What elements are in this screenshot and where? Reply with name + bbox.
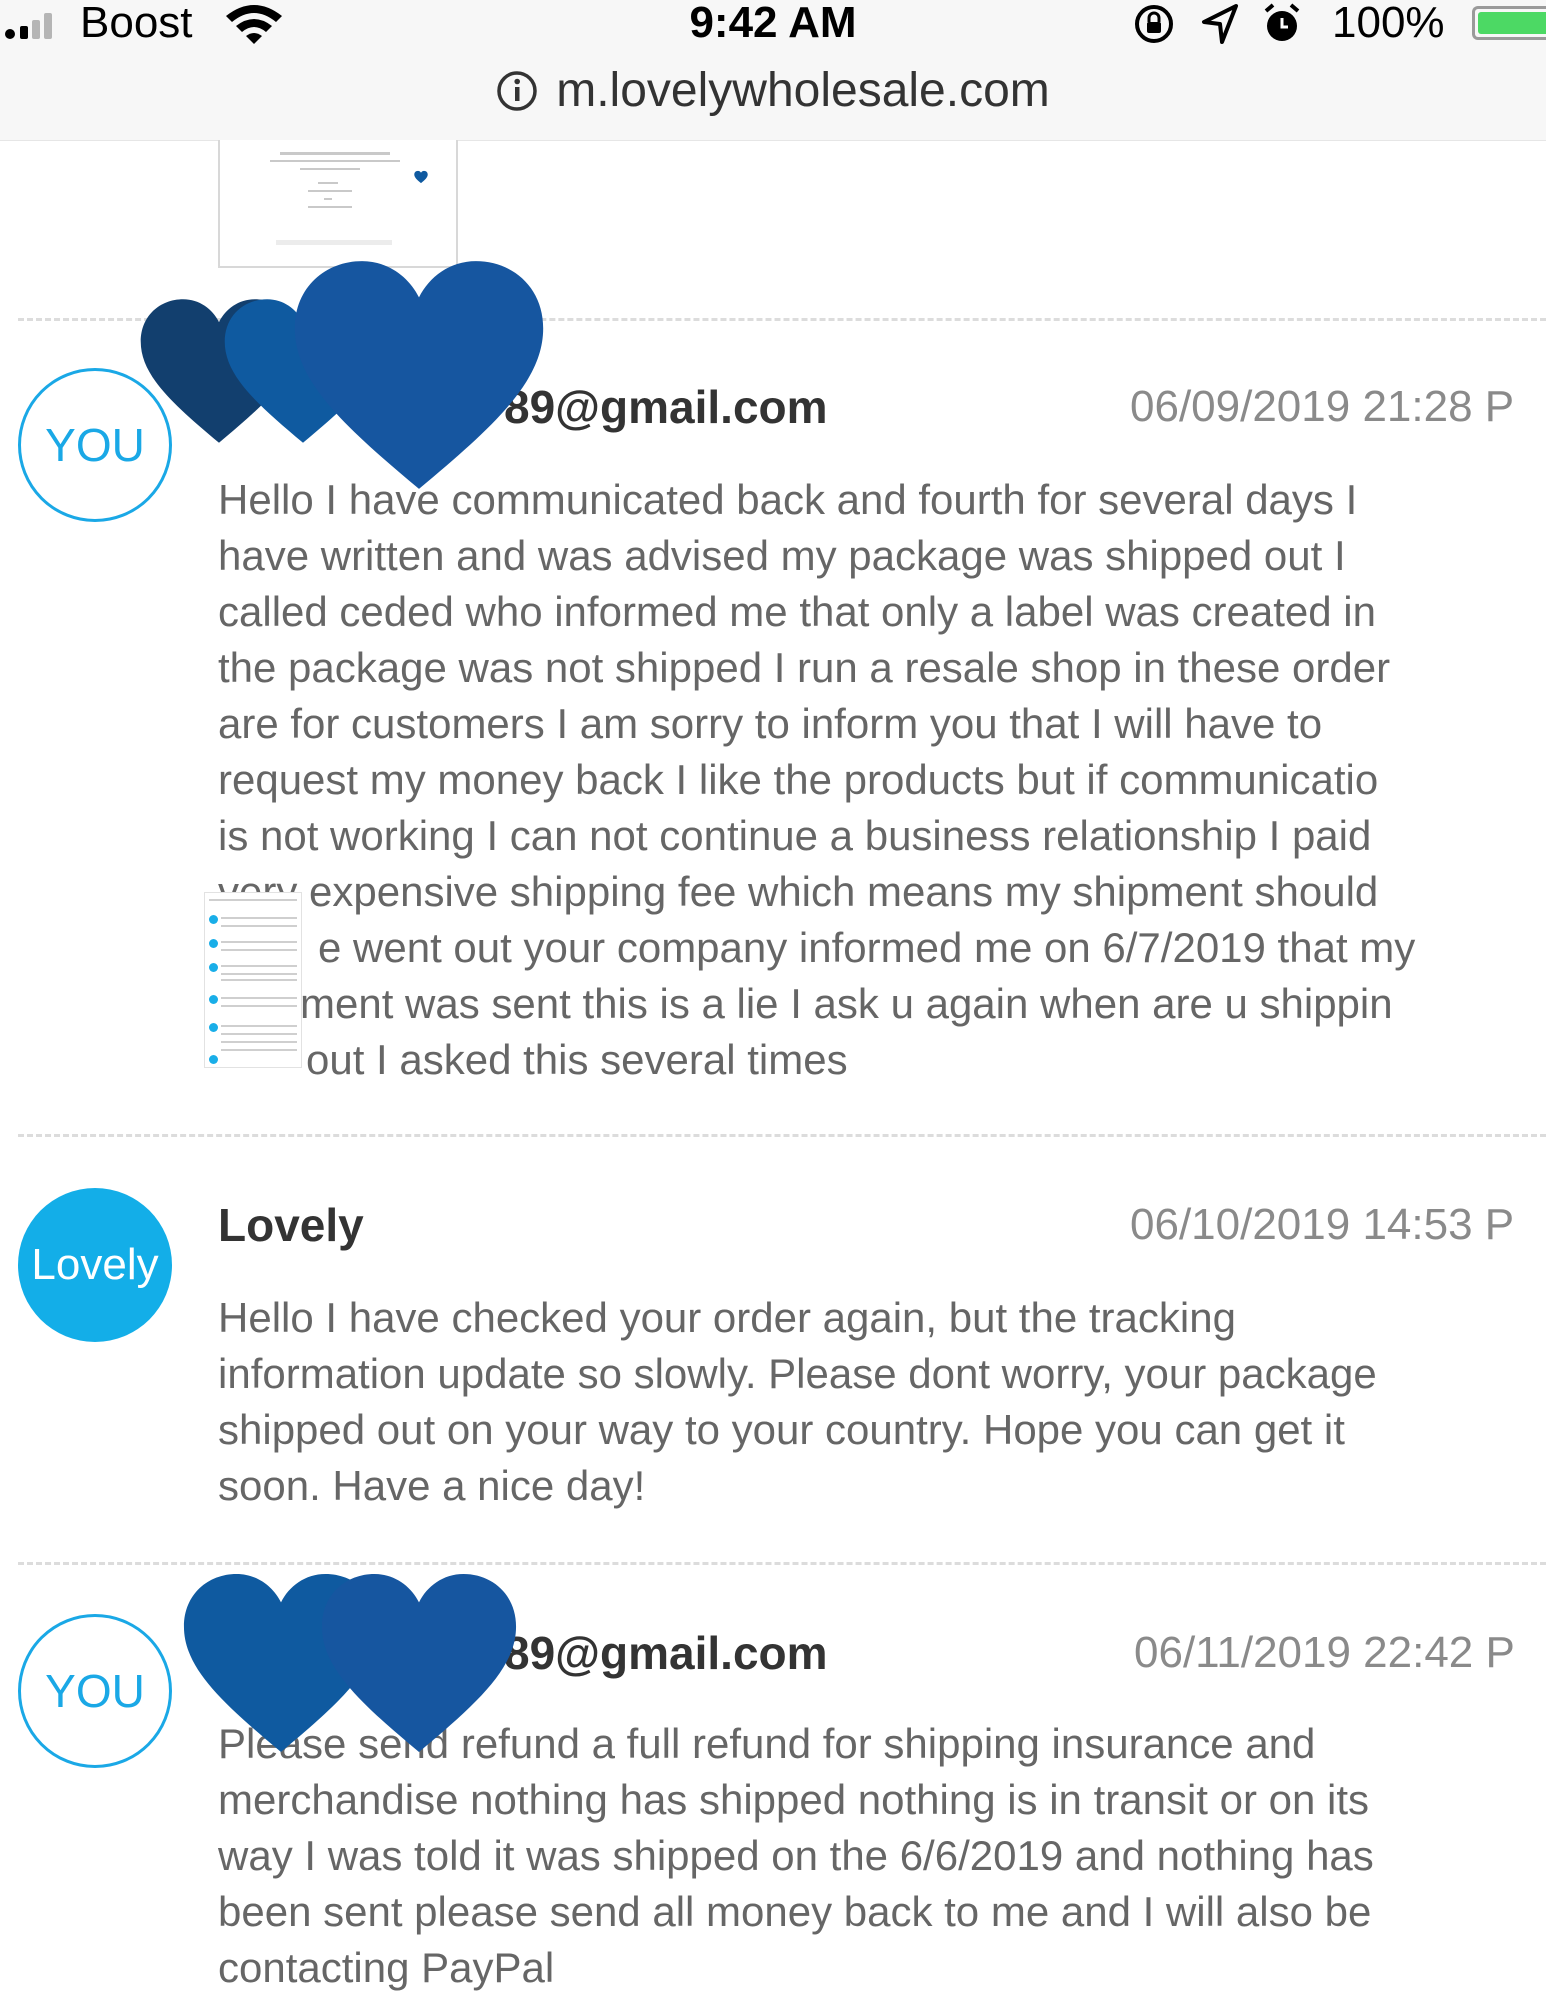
message-timestamp: 06/11/2019 22:42 P: [1134, 1628, 1515, 1677]
message-timestamp: 06/09/2019 21:28 P: [1130, 382, 1515, 431]
sender-name: Lovely: [218, 1199, 364, 1251]
clock: 9:42 AM: [689, 0, 857, 47]
message-body: Hello I have communicated back and fourt…: [218, 476, 1416, 1083]
alarm-icon: [1264, 3, 1300, 41]
message-divider: [18, 1134, 1546, 1137]
info-icon[interactable]: [496, 70, 538, 112]
heart-icon: [414, 170, 428, 184]
message-body: Please send refund a full refund for shi…: [218, 1720, 1374, 1991]
battery-icon: [1472, 6, 1546, 40]
embedded-screenshot: [204, 892, 302, 1068]
battery-percent: 100%: [1332, 0, 1445, 47]
attachment-thumbnail[interactable]: [218, 140, 458, 268]
url-text[interactable]: m.lovelywholesale.com: [556, 56, 1050, 126]
url-bar[interactable]: m.lovelywholesale.com: [0, 56, 1546, 126]
browser-chrome: Boost 9:42 AM 100% m.lovelywholesale.com: [0, 0, 1546, 141]
heart-sticker-icon: [284, 256, 554, 494]
avatar-you: YOU: [18, 1614, 172, 1768]
status-bar: Boost 9:42 AM 100%: [0, 0, 1546, 50]
heart-sticker-icon: [314, 1570, 524, 1756]
avatar-lovely: Lovely: [18, 1188, 172, 1342]
message-timestamp: 06/10/2019 14:53 P: [1130, 1200, 1515, 1249]
rotation-lock-icon: [1135, 5, 1173, 43]
message-divider: [18, 1562, 1546, 1565]
location-arrow-icon: [1202, 4, 1238, 44]
message-body: Hello I have checked your order again, b…: [218, 1294, 1377, 1509]
